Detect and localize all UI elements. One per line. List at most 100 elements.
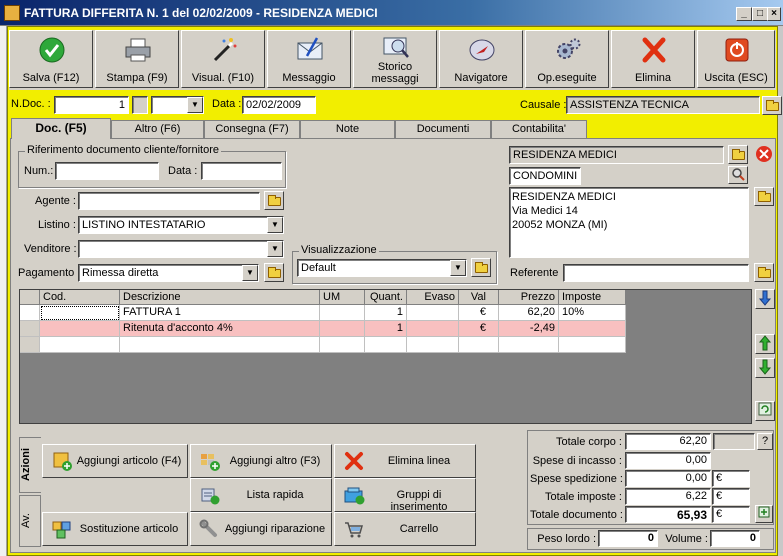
client-folder-button[interactable] (728, 145, 748, 164)
tab-azioni[interactable]: Azioni (19, 437, 41, 493)
col-val[interactable]: Val (459, 290, 499, 305)
visualizzazione-select[interactable]: Default (297, 259, 467, 277)
move-down-green-button[interactable] (755, 358, 775, 378)
referente-input[interactable] (563, 264, 749, 282)
save-button[interactable]: Salva (F12) (9, 30, 93, 88)
refresh-lines-button[interactable] (755, 401, 775, 421)
col-descrizione[interactable]: Descrizione (120, 290, 320, 305)
client-search-button[interactable] (728, 166, 748, 184)
ref-date-input[interactable] (201, 162, 282, 180)
venditore-dropdown-arrow[interactable]: ▼ (267, 241, 283, 257)
cell-um[interactable] (320, 305, 365, 321)
ndoc-suffix-button[interactable] (132, 96, 148, 114)
cell-val[interactable]: € (459, 321, 499, 337)
visualizzazione-dropdown-arrow[interactable]: ▼ (450, 260, 466, 276)
col-imposte[interactable]: Imposte (559, 290, 626, 305)
date-input[interactable]: 02/02/2009 (242, 96, 316, 114)
operations-button[interactable]: Op.eseguite (525, 30, 609, 88)
help-button[interactable]: ? (757, 433, 773, 450)
navigator-button[interactable]: Navigatore (439, 30, 523, 88)
cell-cod[interactable] (40, 321, 120, 337)
col-prezzo[interactable]: Prezzo (499, 290, 559, 305)
cell-cod[interactable] (40, 337, 120, 353)
tab-contabilita[interactable]: Contabilita' (491, 120, 587, 138)
causale-input[interactable]: ASSISTENZA TECNICA (566, 96, 760, 114)
spese-spedizione-value[interactable]: 0,00 (625, 470, 711, 487)
col-quant[interactable]: Quant. (365, 290, 407, 305)
cell-descrizione[interactable]: FATTURA 1 (120, 305, 320, 321)
col-cod[interactable]: Cod. (40, 290, 120, 305)
pagamento-select[interactable]: Rimessa diretta (78, 264, 259, 282)
pagamento-dropdown-arrow[interactable]: ▼ (242, 265, 258, 281)
move-down-button[interactable] (755, 289, 775, 309)
add-total-button[interactable] (755, 505, 773, 523)
insert-groups-button[interactable]: Gruppi di inserimento (334, 478, 476, 513)
tab-doc[interactable]: Doc. (F5) (11, 118, 111, 139)
tab-consegna[interactable]: Consegna (F7) (204, 120, 300, 138)
cell-imposte[interactable] (559, 321, 626, 337)
add-repair-button[interactable]: Aggiungi riparazione (190, 512, 332, 546)
listino-dropdown-arrow[interactable]: ▼ (267, 217, 283, 233)
col-evaso[interactable]: Evaso (407, 290, 459, 305)
cell-descrizione[interactable] (120, 337, 320, 353)
close-button[interactable]: × (767, 7, 781, 21)
cell-prezzo[interactable]: -2,49 (499, 321, 559, 337)
cell-um[interactable] (320, 321, 365, 337)
delete-line-button[interactable]: Elimina linea (334, 444, 476, 478)
causale-folder-button[interactable] (762, 96, 782, 115)
tab-altro[interactable]: Altro (F6) (111, 120, 204, 138)
replace-article-button[interactable]: Sostituzione articolo (42, 512, 188, 546)
pagamento-folder-button[interactable] (264, 263, 284, 282)
client-address-box[interactable]: RESIDENZA MEDICI Via Medici 14 20052 MON… (509, 187, 749, 258)
cell-imposte[interactable]: 10% (559, 305, 626, 321)
cell-val[interactable]: € (459, 305, 499, 321)
delete-button[interactable]: Elimina (611, 30, 695, 88)
quick-list-button[interactable]: Lista rapida (190, 478, 332, 512)
num-input[interactable] (55, 162, 159, 180)
maximize-button[interactable]: □ (752, 7, 768, 21)
ndoc-input[interactable]: 1 (54, 96, 129, 114)
row-selector[interactable] (20, 305, 40, 321)
agente-folder-button[interactable] (264, 191, 284, 210)
cell-quant[interactable] (365, 337, 407, 353)
print-button[interactable]: Stampa (F9) (95, 30, 179, 88)
peso-lordo-value[interactable]: 0 (598, 530, 658, 547)
agente-input[interactable] (78, 192, 260, 210)
preview-button[interactable]: Visual. (F10) (181, 30, 265, 88)
referente-folder-button[interactable] (754, 263, 774, 282)
cell-cod[interactable] (40, 305, 120, 321)
cell-val[interactable] (459, 337, 499, 353)
cell-evaso[interactable] (407, 305, 459, 321)
exit-button[interactable]: Uscita (ESC) (697, 30, 775, 88)
add-other-button[interactable]: Aggiungi altro (F3) (190, 444, 332, 478)
message-button[interactable]: Messaggio (267, 30, 351, 88)
cell-prezzo[interactable] (499, 337, 559, 353)
cell-quant[interactable]: 1 (365, 321, 407, 337)
cell-imposte[interactable] (559, 337, 626, 353)
visualizzazione-folder-button[interactable] (471, 258, 491, 277)
add-article-button[interactable]: Aggiungi articolo (F4) (42, 444, 188, 478)
tab-documenti[interactable]: Documenti (395, 120, 491, 138)
address-folder-button[interactable] (754, 187, 774, 206)
cell-quant[interactable]: 1 (365, 305, 407, 321)
tab-note[interactable]: Note (300, 120, 395, 138)
client-type-field[interactable]: CONDOMINI (509, 167, 581, 185)
client-name-field[interactable]: RESIDENZA MEDICI (509, 146, 724, 164)
minimize-button[interactable]: _ (736, 7, 752, 21)
spese-incasso-value[interactable]: 0,00 (625, 452, 711, 469)
cell-descrizione[interactable]: Ritenuta d'acconto 4% (120, 321, 320, 337)
row-selector[interactable] (20, 337, 40, 353)
listino-select[interactable]: LISTINO INTESTATARIO (78, 216, 284, 234)
venditore-select[interactable] (78, 240, 284, 258)
message-history-button[interactable]: Storico messaggi (353, 30, 437, 88)
cell-evaso[interactable] (407, 337, 459, 353)
col-um[interactable]: UM (320, 290, 365, 305)
cart-button[interactable]: Carrello (334, 512, 476, 546)
tab-av[interactable]: Av. (19, 495, 41, 547)
row-selector[interactable] (20, 321, 40, 337)
ndoc-series-arrow[interactable]: ▼ (187, 97, 203, 113)
cell-prezzo[interactable]: 62,20 (499, 305, 559, 321)
move-up-button[interactable] (755, 334, 775, 354)
client-clear-button[interactable] (754, 145, 774, 165)
volume-value[interactable]: 0 (710, 530, 760, 547)
